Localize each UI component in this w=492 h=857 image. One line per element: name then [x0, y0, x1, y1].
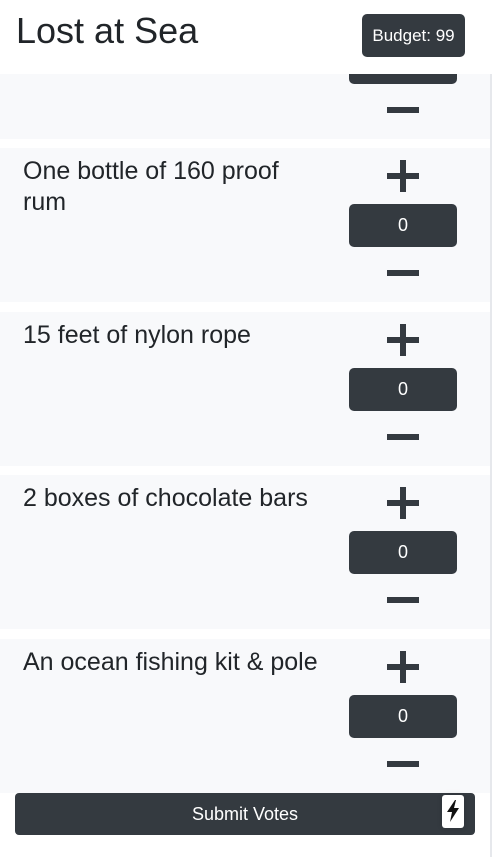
minus-icon: [387, 270, 419, 276]
lightning-bolt-button[interactable]: [442, 795, 464, 828]
submit-votes-button[interactable]: Submit Votes: [15, 793, 475, 835]
list-item: One bottle of 160 proof rum 0: [0, 148, 490, 302]
increment-button[interactable]: [349, 323, 457, 357]
increment-button[interactable]: [349, 159, 457, 193]
page-title: Lost at Sea: [16, 10, 199, 51]
app-header: Lost at Sea Budget: 99: [0, 0, 492, 74]
list-item: 2 boxes of chocolate bars 0: [0, 475, 490, 629]
increment-button[interactable]: [349, 486, 457, 520]
list-item: 15 feet of nylon rope 0: [0, 312, 490, 466]
vote-count: 0: [349, 695, 457, 738]
vote-count: 0: [349, 368, 457, 411]
decrement-button[interactable]: [349, 260, 457, 286]
vote-count: 0: [349, 531, 457, 574]
vote-count: 0: [349, 204, 457, 247]
minus-icon: [387, 434, 419, 440]
increment-button[interactable]: [349, 650, 457, 684]
minus-icon: [387, 107, 419, 113]
item-label: 15 feet of nylon rope: [23, 321, 251, 349]
item-label: 2 boxes of chocolate bars: [23, 484, 308, 512]
decrement-button[interactable]: [349, 587, 457, 613]
lightning-bolt-icon: [447, 800, 459, 822]
decrement-button[interactable]: [349, 751, 457, 777]
decrement-button[interactable]: [349, 97, 457, 123]
budget-badge: Budget: 99: [362, 14, 465, 57]
decrement-button[interactable]: [349, 424, 457, 450]
item-label: One bottle of 160 proof rum: [23, 157, 279, 216]
item-label: An ocean fishing kit & pole: [23, 648, 318, 676]
list-item: An ocean fishing kit & pole 0: [0, 639, 490, 793]
minus-icon: [387, 597, 419, 603]
minus-icon: [387, 761, 419, 767]
